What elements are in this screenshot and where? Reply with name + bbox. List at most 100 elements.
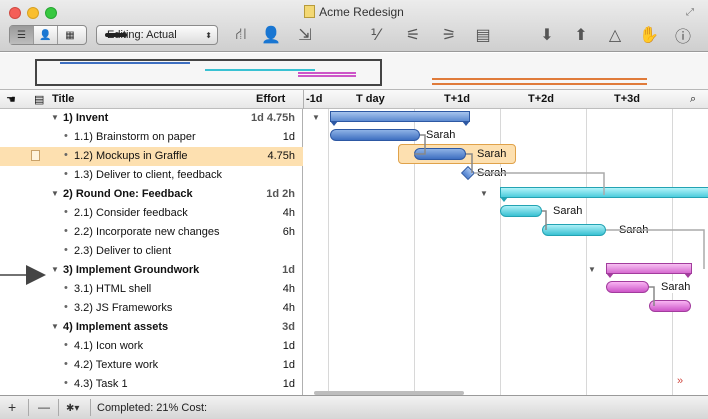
disconnect-icon[interactable]: ⚞	[436, 25, 462, 45]
remove-row-button[interactable]: —	[38, 400, 50, 414]
bullet-icon: •	[64, 301, 68, 313]
more-right-icon[interactable]: »	[676, 375, 684, 387]
column-header: ☚ ▤ Title Effort -1d T day T+1d T+2d T+3…	[0, 90, 708, 109]
table-row[interactable]: • 4.3) Task 1 1d	[0, 375, 303, 394]
table-row[interactable]: • 3.2) JS Frameworks 4h	[0, 299, 303, 318]
table-row[interactable]: ▼ 2) Round One: Feedback 1d 2h	[0, 185, 303, 204]
task-effort[interactable]: 4h	[283, 283, 295, 295]
fullscreen-icon[interactable]: ⤢	[686, 7, 698, 19]
add-row-button[interactable]: +	[8, 400, 16, 414]
task-title[interactable]: 2.3) Deliver to client	[74, 245, 171, 257]
bullet-icon: •	[64, 282, 68, 294]
bullet-icon: •	[64, 168, 68, 180]
bullet-icon: •	[64, 130, 68, 142]
outline-view-icon[interactable]: ☰	[10, 26, 34, 44]
task-effort[interactable]: 4h	[283, 302, 295, 314]
disclosure-triangle-icon[interactable]: ▼	[51, 189, 59, 198]
table-row[interactable]: • 4.1) Icon work 1d	[0, 337, 303, 356]
gantt-chart[interactable]: ▼ Sarah Sarah Sarah ▼ Sarah Sarah ▼ Sara…	[304, 109, 708, 395]
task-effort[interactable]: 1d	[283, 131, 295, 143]
column-divider[interactable]	[303, 90, 304, 109]
task-title[interactable]: 4.1) Icon work	[74, 340, 143, 352]
task-title[interactable]: 1.1) Brainstorm on paper	[74, 131, 196, 143]
connect-icon[interactable]: ⚟	[400, 25, 426, 45]
info-icon[interactable]: ⓘ	[670, 25, 696, 46]
task-title[interactable]: 2) Round One: Feedback	[63, 188, 193, 200]
table-row[interactable]: ▼ 1) Invent 1d 4.75h	[0, 109, 303, 128]
zoom-icon[interactable]: ⌕	[690, 93, 696, 106]
inspector-panel-icon[interactable]: ▤	[470, 25, 496, 45]
overview-line	[432, 83, 647, 85]
table-row[interactable]: • 1.1) Brainstorm on paper 1d	[0, 128, 303, 147]
task-outline: ▼ 1) Invent 1d 4.75h • 1.1) Brainstorm o…	[0, 109, 303, 395]
disclosure-triangle-icon[interactable]: ▼	[51, 265, 59, 274]
task-title[interactable]: 4.3) Task 1	[74, 378, 128, 390]
table-row[interactable]: • 2.1) Consider feedback 4h	[0, 204, 303, 223]
task-effort[interactable]: 6h	[283, 226, 295, 238]
add-resource-icon[interactable]: 👤	[258, 25, 284, 45]
editing-mode-select[interactable]: Editing: Actual ⬍	[96, 25, 218, 45]
disclosure-triangle-icon[interactable]: ▼	[51, 322, 59, 331]
task-effort[interactable]: 1d	[283, 340, 295, 352]
task-effort[interactable]: 1d	[282, 264, 295, 276]
document-icon	[304, 5, 316, 18]
disclosure-triangle-icon[interactable]: ▼	[51, 113, 59, 122]
effort-column-header[interactable]: Effort	[256, 93, 285, 105]
bullet-icon: •	[64, 339, 68, 351]
schedule-overview[interactable]	[0, 53, 708, 90]
task-effort[interactable]: 1d 4.75h	[251, 112, 295, 124]
title-column-header[interactable]: Title	[52, 93, 74, 105]
resource-view-icon[interactable]: 👤	[34, 26, 58, 44]
task-title[interactable]: 3.1) HTML shell	[74, 283, 151, 295]
catch-up-icon[interactable]: ⬆	[568, 25, 594, 45]
bullet-icon: •	[64, 149, 68, 161]
add-milestone-icon[interactable]: ⇲	[292, 25, 318, 45]
window-title: Acme Redesign	[0, 5, 708, 19]
violations-icon[interactable]: △	[602, 25, 628, 45]
bullet-icon: •	[64, 206, 68, 218]
task-title[interactable]: 2.1) Consider feedback	[74, 207, 188, 219]
timeline-header: T+2d	[528, 93, 554, 105]
dependency-lines	[414, 134, 705, 306]
stop-icon[interactable]: ✋	[636, 25, 662, 45]
task-effort[interactable]: 1d	[283, 378, 295, 390]
stepper-arrows-icon: ⬍	[205, 30, 212, 40]
gear-menu-icon[interactable]: ✱▾	[66, 402, 79, 416]
task-title[interactable]: 1.2) Mockups in Graffle	[74, 150, 188, 162]
hand-icon[interactable]: ☚	[6, 93, 16, 106]
task-effort[interactable]: 1d	[283, 359, 295, 371]
window-titlebar: Acme Redesign ⤢ ☰ 👤 ▦ Editing: Actual ⬍ …	[0, 0, 708, 52]
bullet-icon: •	[64, 377, 68, 389]
task-effort[interactable]: 4h	[283, 207, 295, 219]
task-title[interactable]: 3.2) JS Frameworks	[74, 302, 172, 314]
task-title[interactable]: 1.3) Deliver to client, feedback	[74, 169, 222, 181]
table-row[interactable]: • 2.3) Deliver to client	[0, 242, 303, 261]
task-effort[interactable]: 3d	[282, 321, 295, 333]
timeline-header: -1d	[306, 93, 323, 105]
task-title[interactable]: 1) Invent	[63, 112, 108, 124]
table-row[interactable]: • 1.3) Deliver to client, feedback	[0, 166, 303, 185]
add-task-group-icon[interactable]: ⛙	[228, 25, 254, 45]
table-row[interactable]: • 2.2) Incorporate new changes 6h	[0, 223, 303, 242]
calendar-view-icon[interactable]: ▦	[58, 26, 82, 44]
task-title[interactable]: 2.2) Incorporate new changes	[74, 226, 220, 238]
task-title[interactable]: 4) Implement assets	[63, 321, 168, 333]
task-title[interactable]: 4.2) Texture work	[74, 359, 158, 371]
task-effort[interactable]: 1d 2h	[266, 188, 295, 200]
task-title[interactable]: 3) Implement Groundwork	[63, 264, 199, 276]
table-row[interactable]: ▼ 4) Implement assets 3d	[0, 318, 303, 337]
table-row-selected[interactable]: • 1.2) Mockups in Graffle 4.75h	[0, 147, 303, 166]
level-resources-icon[interactable]: ⬇	[534, 25, 560, 45]
view-mode-segmented[interactable]: ☰ 👤 ▦	[9, 25, 87, 45]
task-effort[interactable]: 4.75h	[267, 150, 295, 162]
footer-divider	[28, 399, 29, 416]
notes-column-icon[interactable]: ▤	[34, 93, 44, 106]
progress-icon[interactable]: ⅟	[362, 25, 388, 45]
table-row[interactable]: • 4.2) Texture work 1d	[0, 356, 303, 375]
note-icon[interactable]	[31, 150, 40, 161]
status-bar: + — ✱▾ Completed: 21% Cost:	[0, 395, 708, 419]
window-title-text: Acme Redesign	[319, 5, 404, 19]
overview-line	[205, 69, 315, 71]
bullet-icon: •	[64, 244, 68, 256]
overview-line	[60, 62, 190, 64]
